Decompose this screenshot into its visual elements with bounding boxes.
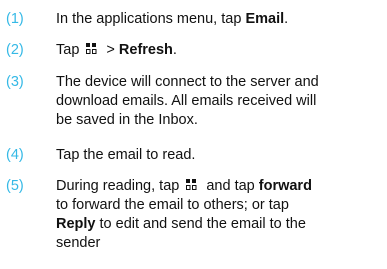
step-text-part: to edit and send the email to the xyxy=(95,216,306,232)
step-text-line: to forward the email to others; or tap xyxy=(56,197,289,213)
step-text-part: > xyxy=(102,42,119,58)
step-text-part: . xyxy=(172,42,177,58)
step-text-line: During reading, tap and tap forward xyxy=(56,177,387,196)
forward-keyword: forward xyxy=(258,178,312,194)
email-keyword: Email xyxy=(245,11,285,27)
step-text-line: be saved in the Inbox. xyxy=(56,112,198,128)
step-number: (4) xyxy=(6,147,24,163)
menu-icon xyxy=(86,43,97,55)
step-text: The device will connect to the server an… xyxy=(56,73,387,130)
step-text: Tap > Refresh. xyxy=(56,41,387,60)
step-text-part: Tap xyxy=(56,42,80,58)
step-text: During reading, tap and tap forward to f… xyxy=(56,177,387,253)
step-text-line: sender xyxy=(56,235,101,251)
step-text-part: . xyxy=(284,11,289,27)
step-text-part: and tap xyxy=(202,178,259,194)
step-text-part: During reading, tap xyxy=(56,178,180,194)
step-text: In the applications menu, tap Email. xyxy=(56,10,387,29)
step-number: (2) xyxy=(6,42,24,58)
refresh-keyword: Refresh xyxy=(118,42,173,58)
step-text: Tap the email to read. xyxy=(56,147,196,163)
step-number: (5) xyxy=(6,178,24,194)
step-text-line: Reply to edit and send the email to the xyxy=(56,215,387,234)
menu-icon xyxy=(186,179,197,191)
step-text-line: The device will connect to the server an… xyxy=(56,74,319,90)
reply-keyword: Reply xyxy=(56,216,96,232)
step-number: (3) xyxy=(6,74,24,90)
step-number: (1) xyxy=(6,11,24,27)
step-text-line: download emails. All emails received wil… xyxy=(56,93,317,109)
step-text-part: In the applications menu, tap xyxy=(56,11,246,27)
